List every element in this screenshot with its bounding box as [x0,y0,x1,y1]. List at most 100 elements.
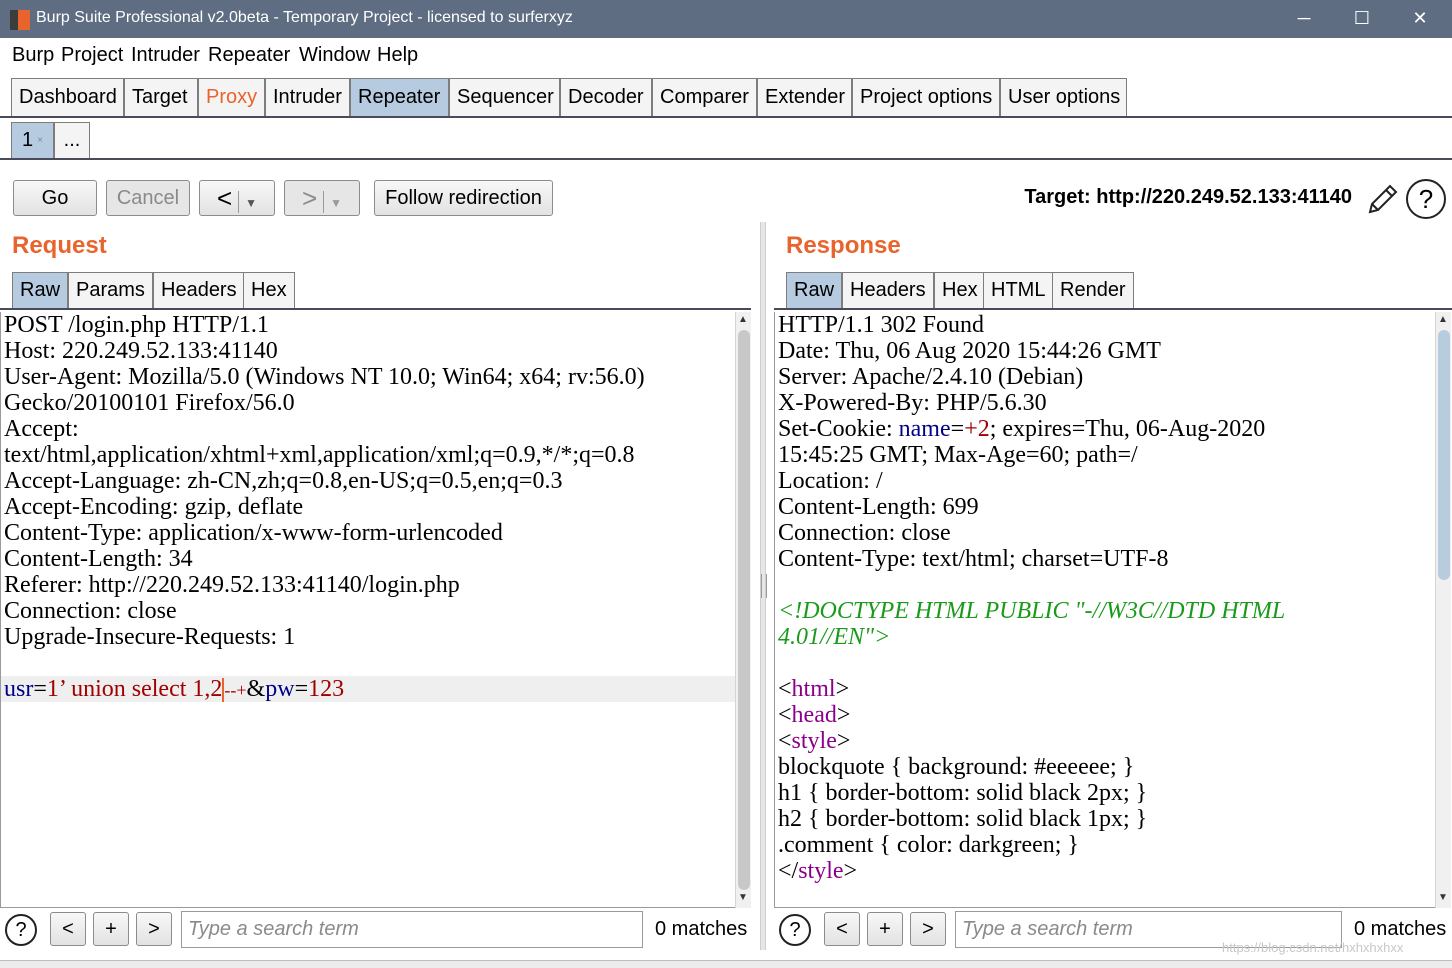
request-line: Gecko/20100101 Firefox/56.0 [4,390,295,416]
response-line [775,572,1435,598]
css-line: .comment { color: darkgreen; } [778,832,1079,858]
forward-button[interactable]: > ▼ [284,180,360,216]
close-button[interactable]: ✕ [1408,6,1432,30]
response-search-next-button[interactable]: > [910,912,946,946]
minimize-button[interactable]: ─ [1292,6,1316,30]
response-line: Connection: close [778,520,951,546]
split-divider[interactable] [760,222,767,950]
scroll-down-icon[interactable]: ▼ [738,892,748,903]
html-tag-line: <html> [778,676,850,702]
request-scrollbar[interactable]: ▲ ▼ [735,312,751,908]
response-tab-headers[interactable]: Headers [842,272,934,308]
response-line: Content-Type: text/html; charset=UTF-8 [778,546,1169,572]
back-button[interactable]: < ▼ [199,180,275,216]
param-value-pw: 123 [308,676,345,702]
response-line [775,650,1435,676]
response-title: Response [786,232,901,259]
style-tag-line: <style> [778,728,851,754]
back-arrow-icon: < [216,183,233,213]
help-icon[interactable]: ? [1406,179,1446,219]
request-title: Request [12,232,107,259]
menu-repeater[interactable]: Repeater [208,44,290,67]
menu-help[interactable]: Help [377,44,418,67]
scroll-thumb[interactable] [738,330,750,890]
request-line: Accept: [4,416,79,442]
scroll-thumb[interactable] [1438,330,1450,580]
response-tab-hex[interactable]: Hex [934,272,986,308]
param-value-usr: 1’ union select 1,2 [46,676,223,702]
watermark-text: https://blog.csdn.net/hxhxhxhxx [1222,940,1404,955]
request-search-prev-button[interactable]: < [50,912,86,946]
go-button[interactable]: Go [13,180,97,216]
response-line: 15:45:25 GMT; Max-Age=60; path=/ [778,442,1138,468]
scroll-up-icon[interactable]: ▲ [738,314,748,325]
request-tabs: Raw Params Headers Hex [0,272,751,310]
request-line [1,650,735,676]
response-doctype: 4.01//EN"> [778,624,891,650]
tab-user-options[interactable]: User options [1000,78,1127,116]
back-dropdown-icon[interactable]: ▼ [245,196,257,210]
response-search-add-button[interactable]: + [867,912,903,946]
menu-project[interactable]: Project [61,44,123,67]
tab-intruder[interactable]: Intruder [265,78,350,116]
close-tab-icon[interactable]: × [37,135,43,146]
request-search-input[interactable] [181,911,643,948]
response-search-matches: 0 matches [1354,918,1447,940]
tab-decoder[interactable]: Decoder [560,78,652,116]
tab-comparer[interactable]: Comparer [652,78,757,116]
menu-burp[interactable]: Burp [12,44,54,67]
repeater-tab-1[interactable]: 1 × [11,122,54,158]
follow-redirection-button[interactable]: Follow redirection [374,180,553,216]
response-tab-html[interactable]: HTML [983,272,1054,308]
request-tab-hex[interactable]: Hex [243,272,295,308]
request-line: Accept-Encoding: gzip, deflate [4,494,304,520]
response-line: Location: / [778,468,883,494]
response-line: Content-Length: 699 [778,494,979,520]
response-viewer[interactable]: HTTP/1.1 302 Found Date: Thu, 06 Aug 202… [774,312,1436,908]
response-search-help-icon[interactable]: ? [779,914,811,946]
tab-target[interactable]: Target [124,78,198,116]
css-line: h2 { border-bottom: solid black 1px; } [778,806,1148,832]
request-tab-raw[interactable]: Raw [12,272,69,308]
maximize-button[interactable]: ☐ [1350,6,1374,30]
request-search-matches: 0 matches [655,918,748,940]
scroll-down-icon[interactable]: ▼ [1438,892,1448,903]
pencil-icon[interactable] [1364,182,1400,218]
tab-repeater[interactable]: Repeater [350,78,449,116]
css-line: blockquote { background: #eeeeee; } [778,754,1135,780]
cancel-button[interactable]: Cancel [106,180,190,216]
request-editor[interactable]: POST /login.php HTTP/1.1 Host: 220.249.5… [0,312,736,908]
response-scrollbar[interactable]: ▲ ▼ [1435,312,1451,908]
response-tab-raw[interactable]: Raw [786,272,843,308]
response-tab-render[interactable]: Render [1052,272,1134,308]
request-tab-params[interactable]: Params [68,272,153,308]
tab-dashboard[interactable]: Dashboard [11,78,124,116]
head-tag-line: <head> [778,702,851,728]
request-tab-headers[interactable]: Headers [153,272,245,308]
menu-window[interactable]: Window [299,44,370,67]
style-close-tag-line: </style> [778,858,858,884]
forward-arrow-icon: > [301,183,318,213]
window-title: Burp Suite Professional v2.0beta - Tempo… [36,9,573,26]
scroll-up-icon[interactable]: ▲ [1438,314,1448,325]
param-name-usr: usr [4,676,34,702]
repeater-tab-new[interactable]: ... [54,122,90,158]
forward-dropdown-icon[interactable]: ▼ [330,196,342,210]
tab-sequencer[interactable]: Sequencer [449,78,560,116]
request-search-next-button[interactable]: > [136,912,172,946]
request-search-add-button[interactable]: + [93,912,129,946]
response-cookie-line: Set-Cookie: name=+2; expires=Thu, 06-Aug… [778,416,1266,442]
request-line: text/html,application/xhtml+xml,applicat… [4,442,635,468]
menu-intruder[interactable]: Intruder [131,44,200,67]
tab-project-options[interactable]: Project options [852,78,1000,116]
tab-extender[interactable]: Extender [757,78,852,116]
request-search-help-icon[interactable]: ? [5,914,37,946]
request-line: User-Agent: Mozilla/5.0 (Windows NT 10.0… [4,364,645,390]
tab-proxy[interactable]: Proxy [198,78,265,116]
request-body-line: usr=1’ union select 1,2 --+&pw=123 [1,676,735,703]
response-line: X-Powered-By: PHP/5.6.30 [778,390,1047,416]
burp-logo-icon [10,10,30,30]
request-line: Accept-Language: zh-CN,zh;q=0.8,en-US;q=… [4,468,563,494]
response-line: Date: Thu, 06 Aug 2020 15:44:26 GMT [778,338,1161,364]
response-search-prev-button[interactable]: < [824,912,860,946]
